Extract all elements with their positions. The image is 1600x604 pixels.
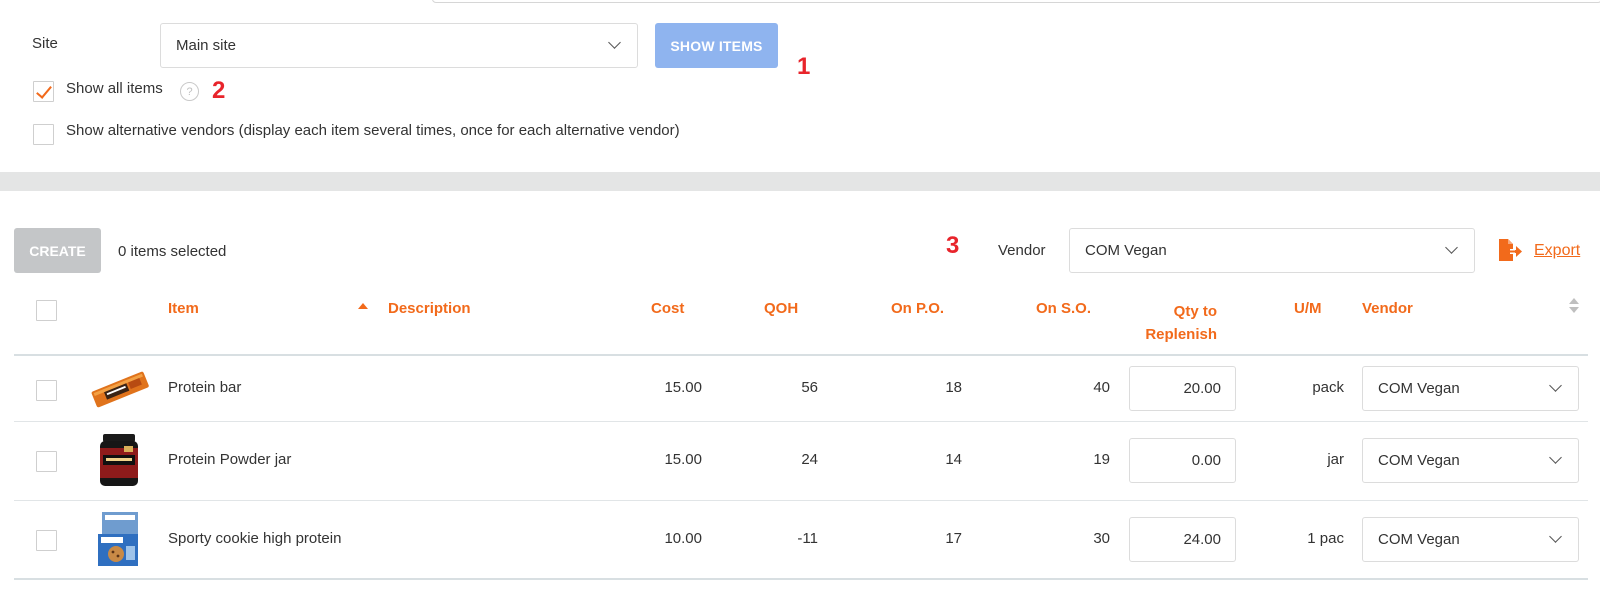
show-alt-vendors-checkbox[interactable] bbox=[33, 124, 54, 145]
row-checkbox[interactable] bbox=[36, 530, 57, 551]
column-header-vendor[interactable]: Vendor bbox=[1362, 300, 1413, 317]
column-header-qty-to-replenish[interactable]: Qty to Replenish bbox=[1140, 300, 1217, 346]
column-header-qoh[interactable]: QOH bbox=[764, 300, 798, 317]
cost-value: 15.00 bbox=[664, 451, 702, 468]
site-select-value: Main site bbox=[176, 37, 237, 54]
chevron-down-icon bbox=[1445, 241, 1458, 254]
qty-header-line1: Qty to bbox=[1173, 303, 1217, 320]
protein-bar-image bbox=[90, 368, 150, 410]
item-name: Protein Powder jar bbox=[168, 451, 292, 468]
cost-value: 10.00 bbox=[664, 530, 702, 547]
qty-header-line2: Replenish bbox=[1145, 326, 1217, 343]
item-name: Sporty cookie high protein bbox=[168, 530, 342, 547]
show-alt-vendors-label: Show alternative vendors (display each i… bbox=[66, 122, 680, 139]
on-po-value: 18 bbox=[945, 379, 962, 396]
annotation-1: 1 bbox=[797, 53, 811, 80]
section-divider bbox=[0, 172, 1600, 191]
qoh-value: 56 bbox=[801, 379, 818, 396]
on-po-value: 14 bbox=[945, 451, 962, 468]
top-input-partial bbox=[432, 0, 1600, 3]
vendor-filter-select[interactable]: COM Vegan bbox=[1069, 228, 1475, 273]
on-po-value: 17 bbox=[945, 530, 962, 547]
sort-ascending-icon bbox=[358, 303, 368, 309]
qty-to-replenish-input[interactable]: 0.00 bbox=[1129, 438, 1236, 483]
row-divider bbox=[14, 421, 1588, 422]
um-value: 1 pac bbox=[1307, 530, 1344, 547]
cost-value: 15.00 bbox=[664, 379, 702, 396]
select-all-checkbox[interactable] bbox=[36, 300, 57, 321]
protein-powder-jar-image bbox=[98, 432, 140, 488]
sort-icon-down bbox=[1569, 307, 1579, 313]
column-header-on-so[interactable]: On S.O. bbox=[1036, 300, 1091, 317]
column-header-on-po[interactable]: On P.O. bbox=[891, 300, 944, 317]
vendor-filter-value: COM Vegan bbox=[1085, 242, 1167, 259]
chevron-down-icon bbox=[608, 36, 621, 49]
column-header-um[interactable]: U/M bbox=[1294, 300, 1322, 317]
chevron-down-icon bbox=[1549, 530, 1562, 543]
um-value: jar bbox=[1327, 451, 1344, 468]
show-all-items-label: Show all items bbox=[66, 80, 163, 97]
qoh-value: 24 bbox=[801, 451, 818, 468]
row-checkbox[interactable] bbox=[36, 451, 57, 472]
chevron-down-icon bbox=[1549, 379, 1562, 392]
qty-to-replenish-input[interactable]: 24.00 bbox=[1129, 517, 1236, 562]
column-header-item[interactable]: Item bbox=[168, 300, 199, 317]
chevron-down-icon bbox=[1549, 451, 1562, 464]
show-all-items-checkbox[interactable] bbox=[33, 81, 54, 102]
table-bottom-border bbox=[14, 578, 1588, 580]
selected-count: 0 items selected bbox=[118, 243, 227, 260]
site-label: Site bbox=[32, 35, 58, 52]
row-vendor-value: COM Vegan bbox=[1378, 452, 1460, 469]
help-icon[interactable]: ? bbox=[180, 82, 199, 101]
create-button[interactable]: CREATE bbox=[14, 228, 101, 273]
row-vendor-value: COM Vegan bbox=[1378, 380, 1460, 397]
header-divider bbox=[14, 354, 1588, 356]
cookie-box-image bbox=[96, 510, 142, 568]
on-so-value: 19 bbox=[1093, 451, 1110, 468]
annotation-2: 2 bbox=[212, 77, 226, 104]
on-so-value: 30 bbox=[1093, 530, 1110, 547]
row-divider bbox=[14, 500, 1588, 501]
export-link[interactable]: Export bbox=[1534, 242, 1580, 260]
annotation-3: 3 bbox=[946, 232, 960, 259]
column-header-cost[interactable]: Cost bbox=[651, 300, 684, 317]
qty-to-replenish-input[interactable]: 20.00 bbox=[1129, 366, 1236, 411]
row-checkbox[interactable] bbox=[36, 380, 57, 401]
row-vendor-select[interactable]: COM Vegan bbox=[1362, 366, 1579, 411]
um-value: pack bbox=[1312, 379, 1344, 396]
row-vendor-select[interactable]: COM Vegan bbox=[1362, 517, 1579, 562]
row-vendor-value: COM Vegan bbox=[1378, 531, 1460, 548]
show-items-button[interactable]: SHOW ITEMS bbox=[655, 23, 778, 68]
item-name: Protein bar bbox=[168, 379, 242, 396]
row-vendor-select[interactable]: COM Vegan bbox=[1362, 438, 1579, 483]
on-so-value: 40 bbox=[1093, 379, 1110, 396]
column-header-description[interactable]: Description bbox=[388, 300, 471, 317]
qoh-value: -11 bbox=[797, 530, 818, 547]
export-icon[interactable] bbox=[1497, 238, 1523, 262]
sort-icon[interactable] bbox=[1569, 298, 1579, 304]
site-select[interactable]: Main site bbox=[160, 23, 638, 68]
vendor-label: Vendor bbox=[998, 242, 1046, 259]
